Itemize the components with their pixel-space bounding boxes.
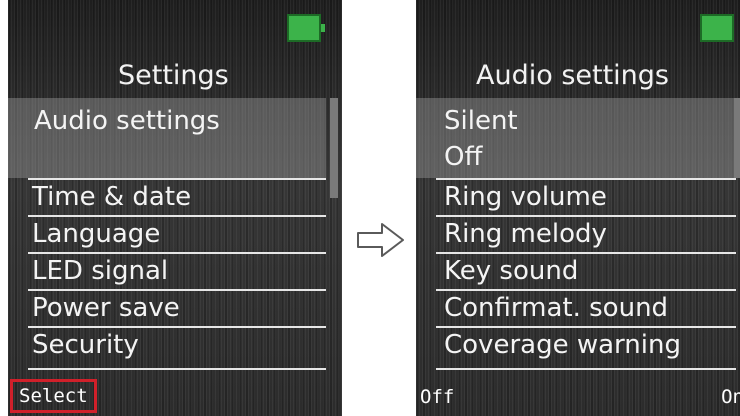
divider <box>436 368 736 370</box>
settings-screen: Settings Audio settings Time & date Lang… <box>8 0 342 416</box>
audio-settings-screen: Audio settings Silent Off Ring volume Ri… <box>416 0 740 416</box>
menu-item-silent-value: Off <box>444 142 483 172</box>
audio-settings-list: Silent Off Ring volume Ring melody Key s… <box>416 0 740 416</box>
divider <box>28 368 326 370</box>
menu-item-ring-melody[interactable]: Ring melody <box>444 217 607 251</box>
menu-item-coverage-warning[interactable]: Coverage warning <box>444 328 681 362</box>
menu-item-security[interactable]: Security <box>32 328 139 362</box>
off-softkey[interactable]: Off <box>420 384 454 410</box>
menu-item-language[interactable]: Language <box>32 217 160 251</box>
menu-item-ring-volume[interactable]: Ring volume <box>444 180 607 214</box>
menu-item-key-sound[interactable]: Key sound <box>444 254 578 288</box>
on-softkey[interactable]: On <box>721 384 740 410</box>
menu-item-time-date[interactable]: Time & date <box>32 180 191 214</box>
menu-item-confirmat-sound[interactable]: Confirmat. sound <box>444 291 668 325</box>
menu-item-power-save[interactable]: Power save <box>32 291 180 325</box>
settings-menu-list: Audio settings Time & date Language LED … <box>8 0 342 416</box>
select-softkey[interactable]: Select <box>10 379 97 413</box>
menu-item-led-signal[interactable]: LED signal <box>32 254 168 288</box>
right-arrow-icon <box>357 223 404 257</box>
menu-item-audio-settings[interactable]: Audio settings <box>34 104 220 138</box>
menu-item-silent[interactable]: Silent <box>444 104 518 138</box>
